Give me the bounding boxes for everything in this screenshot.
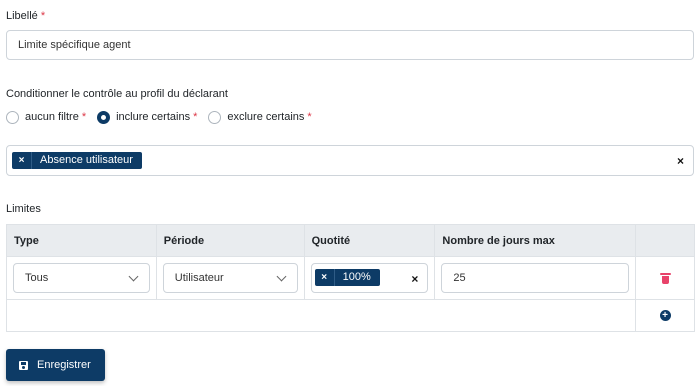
add-row: + <box>5 299 695 332</box>
quotite-multiselect[interactable]: × 100% × <box>310 263 429 293</box>
table-row: Tous Utilisateur × 100% × 25 <box>6 256 695 300</box>
jours-max-value: 25 <box>453 272 466 284</box>
plus-circle-icon[interactable]: + <box>659 310 671 321</box>
radio-exclure-certains[interactable]: exclure certains * <box>208 110 312 124</box>
radio-circle[interactable] <box>208 110 222 124</box>
cell-periode: Utilisateur <box>155 256 305 300</box>
required-asterisk: * <box>307 111 312 123</box>
radio-label: inclure certains <box>116 111 191 123</box>
type-select-value: Tous <box>25 272 49 284</box>
required-asterisk: * <box>81 111 87 123</box>
cell-type: Tous <box>6 256 157 300</box>
chip-remove-icon[interactable]: × <box>12 152 32 169</box>
libelle-input-value: Limite spécifique agent <box>18 39 131 51</box>
libelle-label-text: Libellé <box>6 10 38 22</box>
column-header-jours-max: Nombre de jours max <box>434 224 637 257</box>
type-select[interactable]: Tous <box>13 263 150 293</box>
periode-select[interactable]: Utilisateur <box>162 263 298 293</box>
radio-inclure-certains[interactable]: inclure certains * <box>97 110 198 124</box>
radio-circle-checked[interactable] <box>97 110 111 124</box>
column-header-actions <box>635 224 695 257</box>
required-asterisk: * <box>40 10 46 22</box>
cell-jours-max: 25 <box>434 256 637 300</box>
cell-actions <box>635 256 695 300</box>
profile-chip: × Absence utilisateur <box>12 152 142 169</box>
condition-label: Conditionner le contrôle au profil du dé… <box>6 88 228 100</box>
periode-select-value: Utilisateur <box>174 272 224 284</box>
clear-all-icon[interactable]: × <box>411 272 418 286</box>
save-button-label: Enregistrer <box>37 359 91 371</box>
floppy-disk-icon <box>19 360 28 370</box>
radio-aucun-filtre[interactable]: aucun filtre * <box>6 110 87 124</box>
limites-table: Type Période Quotité Nombre de jours max… <box>5 224 695 332</box>
chip-label: 100% <box>342 271 371 283</box>
cell-add: + <box>635 299 695 332</box>
quotite-chip: × 100% <box>314 269 380 286</box>
table-header-row: Type Période Quotité Nombre de jours max <box>6 224 695 257</box>
libelle-label: Libellé * <box>6 10 45 22</box>
radio-label: exclure certains <box>227 111 305 123</box>
jours-max-input[interactable]: 25 <box>441 263 630 293</box>
radio-circle[interactable] <box>6 110 19 124</box>
trash-icon[interactable] <box>659 273 671 284</box>
cell-quotite: × 100% × <box>303 256 436 300</box>
column-header-periode: Période <box>155 224 305 257</box>
column-header-type: Type <box>6 224 157 257</box>
profile-multiselect[interactable]: × Absence utilisateur × <box>6 145 694 176</box>
condition-radio-group: aucun filtre * inclure certains * exclur… <box>6 110 323 124</box>
chip-label: Absence utilisateur <box>40 154 133 166</box>
save-button[interactable]: Enregistrer <box>6 349 105 381</box>
add-row-spacer <box>5 299 637 332</box>
chevron-down-icon <box>128 271 139 282</box>
radio-label: aucun filtre <box>25 111 79 123</box>
clear-all-icon[interactable]: × <box>677 154 684 168</box>
libelle-input[interactable]: Limite spécifique agent <box>6 30 694 60</box>
required-asterisk: * <box>193 111 198 123</box>
limites-label: Limites <box>6 203 41 215</box>
chevron-down-icon <box>276 271 287 282</box>
column-header-quotite: Quotité <box>303 224 436 257</box>
chip-remove-icon[interactable]: × <box>315 269 335 286</box>
